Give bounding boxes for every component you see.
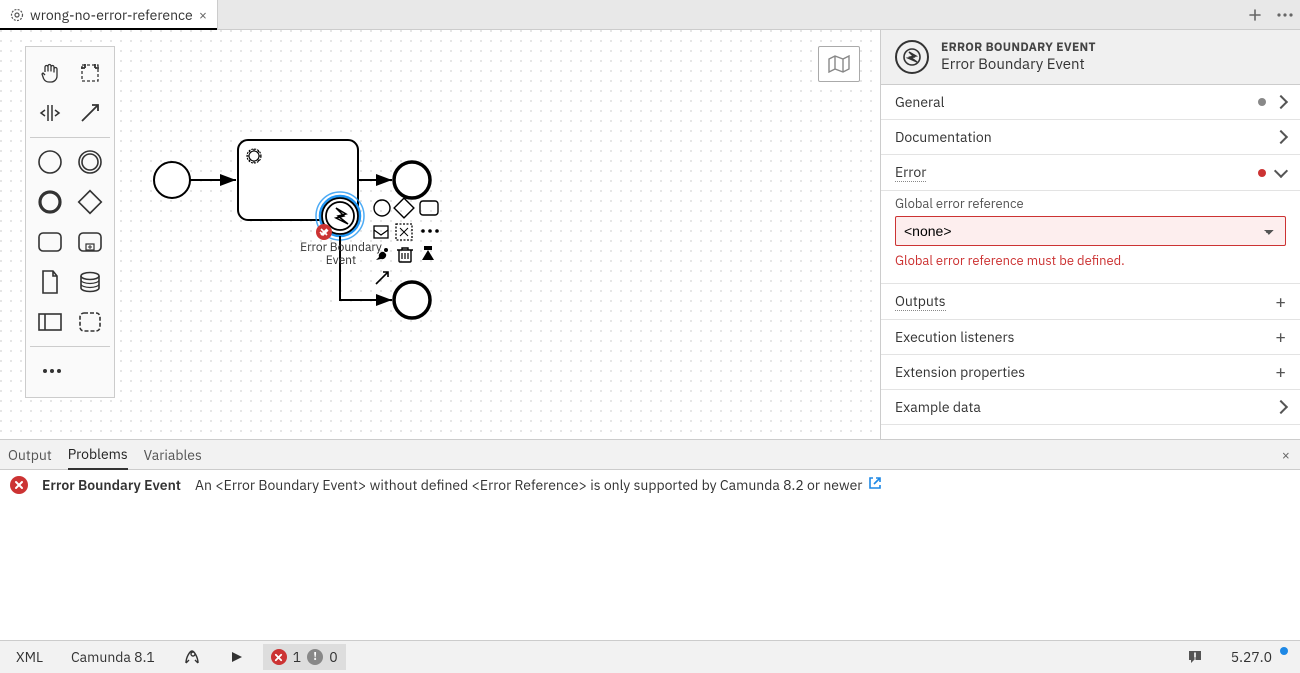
version-label[interactable]: 5.27.0 (1223, 644, 1292, 670)
tab-variables[interactable]: Variables (144, 441, 202, 469)
intermediate-event-icon[interactable] (76, 148, 104, 176)
properties-panel: ERROR BOUNDARY EVENT Error Boundary Even… (880, 30, 1300, 439)
start-instance-button[interactable] (221, 646, 251, 668)
group-icon[interactable] (76, 308, 104, 336)
file-tab[interactable]: wrong-no-error-reference × (0, 0, 218, 29)
chevron-right-icon (1274, 400, 1288, 414)
problems-panel: Error Boundary Event An <Error Boundary … (0, 470, 1300, 640)
file-tabs: wrong-no-error-reference × (0, 0, 1300, 30)
lasso-tool-icon[interactable] (76, 59, 104, 87)
xml-toggle[interactable]: XML (8, 644, 51, 670)
more-elements-icon[interactable] (38, 357, 66, 385)
bottom-panel-tabs: Output Problems Variables × (0, 440, 1300, 470)
end-event-icon[interactable] (36, 188, 64, 216)
close-icon[interactable]: × (199, 8, 207, 22)
warning-icon: ! (307, 649, 323, 665)
diagram-canvas[interactable]: Error BoundaryEvent (0, 30, 880, 439)
bpmn-file-icon (10, 8, 24, 22)
close-icon[interactable]: × (1282, 446, 1290, 464)
context-pad (372, 198, 452, 292)
data-object-icon[interactable] (36, 268, 64, 296)
global-error-reference-select[interactable]: <none> (895, 216, 1286, 246)
problem-element: Error Boundary Event (42, 476, 181, 494)
external-link-icon[interactable] (868, 476, 882, 494)
element-type-label: ERROR BOUNDARY EVENT (941, 40, 1096, 55)
task-icon[interactable] (36, 228, 64, 256)
subprocess-icon[interactable] (76, 228, 104, 256)
connect-tool-icon[interactable] (76, 99, 104, 127)
plus-icon[interactable]: + (1275, 293, 1286, 311)
plus-icon[interactable]: + (1275, 363, 1286, 381)
section-error[interactable]: Error (881, 155, 1300, 191)
deploy-button[interactable] (175, 644, 209, 670)
more-tabs-button[interactable] (1270, 0, 1300, 30)
element-name-label: Error Boundary Event (941, 55, 1096, 74)
status-dot-icon (1258, 98, 1266, 106)
problems-status[interactable]: 1 ! 0 (263, 644, 346, 670)
space-tool-icon[interactable] (36, 99, 64, 127)
problem-message: An <Error Boundary Event> without define… (195, 476, 882, 494)
gateway-icon[interactable] (76, 188, 104, 216)
tab-output[interactable]: Output (8, 441, 52, 469)
error-icon (10, 476, 28, 494)
data-store-icon[interactable] (76, 268, 104, 296)
validation-error-message: Global error reference must be defined. (895, 252, 1286, 269)
error-dot-icon (1258, 169, 1266, 177)
section-example-data[interactable]: Example data (881, 390, 1300, 425)
section-general[interactable]: General (881, 85, 1300, 120)
element-palette (25, 46, 115, 398)
new-tab-button[interactable] (1240, 0, 1270, 30)
problem-row[interactable]: Error Boundary Event An <Error Boundary … (0, 470, 1300, 500)
engine-profile[interactable]: Camunda 8.1 (63, 644, 163, 670)
minimap-toggle[interactable] (818, 46, 860, 82)
start-event-icon[interactable] (36, 148, 64, 176)
chevron-right-icon (1274, 95, 1288, 109)
bpmn-diagram: Error BoundaryEvent (150, 90, 470, 334)
feedback-button[interactable] (1179, 645, 1211, 669)
status-bar: XML Camunda 8.1 1 ! 0 5.27.0 (0, 640, 1300, 673)
properties-header: ERROR BOUNDARY EVENT Error Boundary Even… (881, 30, 1300, 85)
section-documentation[interactable]: Documentation (881, 120, 1300, 155)
participant-icon[interactable] (36, 308, 64, 336)
plus-icon[interactable]: + (1275, 328, 1286, 346)
section-execution-listeners[interactable]: Execution listeners + (881, 320, 1300, 355)
file-tab-label: wrong-no-error-reference (30, 6, 193, 24)
update-available-dot-icon (1280, 647, 1288, 655)
chevron-down-icon (1274, 163, 1288, 177)
section-extension-properties[interactable]: Extension properties + (881, 355, 1300, 390)
field-label: Global error reference (895, 195, 1286, 212)
chevron-right-icon (1274, 130, 1288, 144)
tabs-actions (1240, 0, 1300, 29)
error-icon (271, 649, 287, 665)
tab-problems[interactable]: Problems (68, 440, 128, 470)
element-type-icon (895, 40, 929, 74)
hand-tool-icon[interactable] (36, 59, 64, 87)
section-outputs[interactable]: Outputs + (881, 284, 1300, 320)
section-error-body: Global error reference <none> Global err… (881, 191, 1300, 284)
